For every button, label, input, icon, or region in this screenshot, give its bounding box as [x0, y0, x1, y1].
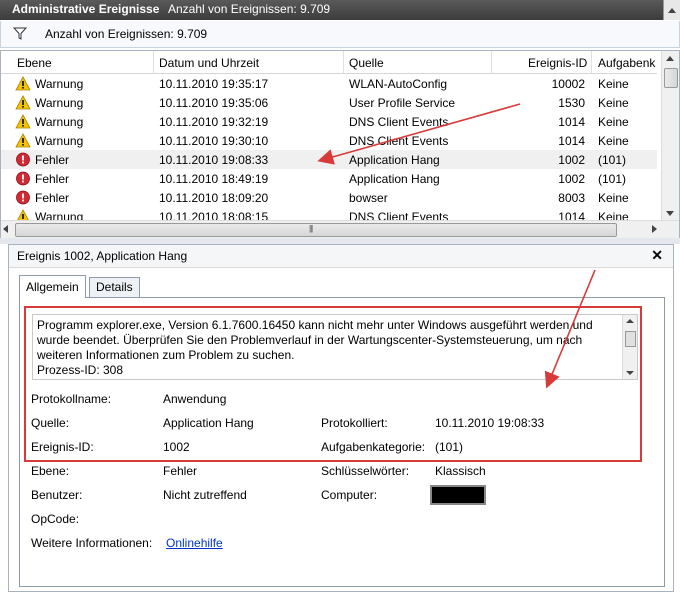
schluesselwoerter-label: Schlüsselwörter:	[321, 464, 410, 478]
computer-value-redacted	[430, 485, 486, 505]
benutzer-value: Nicht zutreffend	[163, 488, 247, 502]
detail-title: Ereignis 1002, Application Hang	[17, 249, 188, 263]
ebene-label: Ebene:	[31, 464, 70, 478]
filter-bar: Anzahl von Ereignissen: 9.709	[0, 21, 680, 48]
column-header-datum[interactable]: Datum und Uhrzeit	[159, 56, 259, 70]
title-bar: Administrative Ereignisse Anzahl von Ere…	[0, 0, 680, 20]
table-row[interactable]: Warnung 10.11.2010 19:30:10 DNS Client Eve…	[1, 131, 657, 150]
table-row[interactable]: Warnung 10.11.2010 19:32:19 DNS Client Eve…	[1, 112, 657, 131]
error-icon	[15, 171, 31, 186]
close-icon[interactable]: ✕	[651, 247, 663, 264]
column-header-ebene[interactable]: Ebene	[17, 56, 52, 70]
row-source: Application Hang	[349, 153, 440, 167]
row-source: DNS Client Events	[349, 115, 449, 129]
scroll-right-icon[interactable]	[652, 225, 657, 233]
row-source: User Profile Service	[349, 96, 456, 110]
table-vertical-scrollbar[interactable]	[661, 51, 679, 221]
scroll-grip-icon: |||	[309, 224, 313, 233]
row-source: DNS Client Events	[349, 134, 449, 148]
table-row[interactable]: Warnung 10.11.2010 19:35:06 User Profile S…	[1, 93, 657, 112]
events-table: Ebene Datum und Uhrzeit Quelle Ereignis-…	[0, 50, 680, 239]
row-level: Fehler	[35, 172, 70, 186]
onlinehilfe-link[interactable]: Onlinehilfe	[166, 536, 223, 550]
annotation-highlight-box	[24, 306, 642, 462]
tab-details[interactable]: Details	[89, 277, 140, 297]
table-row[interactable]: Fehler 10.11.2010 18:09:20 bowser 8003 Keine	[1, 188, 657, 207]
row-date: 10.11.2010 19:08:33	[159, 153, 269, 167]
row-event-id: 10002	[551, 77, 585, 91]
row-level: Warnung	[35, 134, 84, 148]
ebene-value: Fehler	[163, 464, 198, 478]
row-level: Fehler	[35, 153, 70, 167]
warning-icon	[15, 76, 31, 91]
table-row[interactable]: Fehler 10.11.2010 18:49:19 Application Han…	[1, 169, 657, 188]
row-date: 10.11.2010 19:35:17	[159, 77, 269, 91]
benutzer-label: Benutzer:	[31, 488, 83, 502]
column-header-aufgabenkategorie[interactable]: Aufgabenk	[598, 56, 655, 70]
error-icon	[15, 190, 31, 205]
tab-allgemein[interactable]: Allgemein	[19, 275, 86, 298]
row-level: Fehler	[35, 191, 70, 205]
row-task-category: Keine	[598, 134, 629, 148]
event-count-title: Anzahl von Ereignissen: 9.709	[168, 2, 331, 16]
scroll-left-icon[interactable]	[3, 225, 8, 233]
row-event-id: 1014	[558, 134, 585, 148]
row-event-id: 1530	[558, 96, 585, 110]
column-header-ereignis-id[interactable]: Ereignis-ID	[528, 56, 587, 70]
weitere-informationen-label: Weitere Informationen:	[31, 536, 153, 550]
row-source: WLAN-AutoConfig	[349, 77, 448, 91]
table-row[interactable]: Warnung 10.11.2010 19:35:17 WLAN-AutoConfi…	[1, 74, 657, 93]
row-source: Application Hang	[349, 172, 440, 186]
table-header: Ebene Datum und Uhrzeit Quelle Ereignis-…	[1, 51, 657, 74]
scroll-thumb[interactable]	[664, 68, 678, 88]
computer-label: Computer:	[321, 488, 378, 502]
row-task-category: (101)	[598, 153, 627, 167]
row-date: 10.11.2010 18:09:20	[159, 191, 269, 205]
opcode-label: OpCode:	[31, 512, 80, 526]
row-source: bowser	[349, 191, 388, 205]
column-header-quelle[interactable]: Quelle	[349, 56, 384, 70]
row-task-category: Keine	[598, 191, 629, 205]
warning-icon	[15, 133, 31, 148]
error-icon	[15, 152, 31, 167]
warning-icon	[15, 114, 31, 129]
row-date: 10.11.2010 19:30:10	[159, 134, 269, 148]
row-level: Warnung	[35, 96, 84, 110]
horizontal-scroll-thumb[interactable]	[15, 223, 617, 237]
row-level: Warnung	[35, 77, 84, 91]
schluesselwoerter-value: Klassisch	[435, 464, 486, 478]
row-task-category: Keine	[598, 77, 629, 91]
row-event-id: 1002	[558, 153, 585, 167]
filter-count-label: Anzahl von Ereignissen: 9.709	[45, 27, 208, 41]
row-event-id: 1002	[558, 172, 585, 186]
table-horizontal-scrollbar[interactable]: |||	[1, 220, 679, 238]
row-task-category: Keine	[598, 115, 629, 129]
row-date: 10.11.2010 19:35:06	[159, 96, 269, 110]
window-title: Administrative Ereignisse	[12, 2, 160, 16]
row-event-id: 8003	[558, 191, 585, 205]
scroll-up-icon[interactable]	[662, 51, 679, 66]
row-level: Warnung	[35, 115, 84, 129]
row-date: 10.11.2010 18:49:19	[159, 172, 269, 186]
warning-icon	[15, 95, 31, 110]
row-task-category: (101)	[598, 172, 627, 186]
detail-header: Ereignis 1002, Application Hang ✕	[9, 245, 673, 268]
filter-funnel-icon[interactable]	[13, 27, 27, 40]
table-row[interactable]: Fehler 10.11.2010 19:08:33 Application Han…	[1, 150, 657, 169]
row-date: 10.11.2010 19:32:19	[159, 115, 269, 129]
row-event-id: 1014	[558, 115, 585, 129]
row-task-category: Keine	[598, 96, 629, 110]
scroll-down-icon[interactable]	[662, 206, 679, 221]
scroll-up-arrow-icon[interactable]	[663, 0, 680, 20]
